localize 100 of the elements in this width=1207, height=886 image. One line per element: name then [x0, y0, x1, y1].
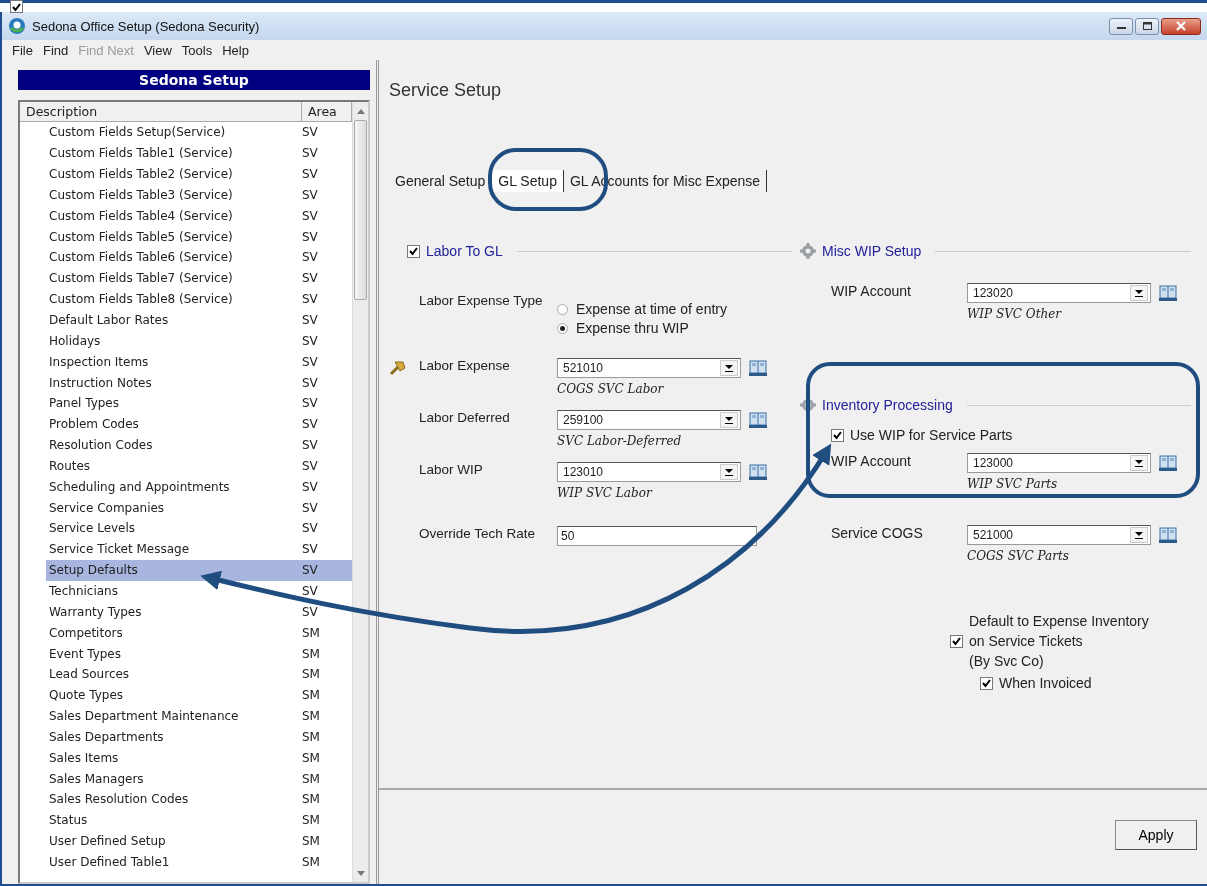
field-label: Labor Deferred: [419, 410, 511, 427]
list-row[interactable]: Sales Items SM: [46, 747, 352, 769]
list-row[interactable]: User Defined Setup SM: [46, 830, 352, 852]
row-area: SM: [302, 771, 352, 786]
column-header[interactable]: Description: [20, 102, 302, 121]
book-icon[interactable]: [749, 463, 767, 481]
row-area: SM: [302, 709, 352, 724]
list-row[interactable]: Service Levels SV: [46, 518, 352, 539]
list-row[interactable]: Service Companies SV: [46, 497, 352, 519]
minimize-button[interactable]: [1109, 17, 1133, 35]
list-row[interactable]: Sales Resolution Codes SM: [46, 789, 352, 810]
account-description: SVC Labor-Deferred: [557, 433, 683, 448]
menu-item[interactable]: File: [12, 42, 33, 58]
checkbox[interactable]: [980, 676, 993, 690]
account-dropdown[interactable]: 521000: [967, 525, 1151, 545]
list-row[interactable]: Inspection Items SV: [46, 351, 352, 373]
scroll-thumb[interactable]: [354, 120, 367, 300]
row-description: Problem Codes: [49, 417, 140, 432]
radio-button[interactable]: [557, 303, 568, 315]
list-row[interactable]: Status SM: [46, 809, 352, 831]
tab[interactable]: GL Setup: [492, 170, 564, 192]
account-dropdown[interactable]: 123000: [967, 453, 1151, 473]
book-icon[interactable]: [749, 359, 767, 377]
account-dropdown[interactable]: 123020: [967, 283, 1151, 303]
scrollbar[interactable]: [352, 102, 368, 882]
gear-icon: [800, 243, 816, 259]
list-row[interactable]: Panel Types SV: [46, 392, 352, 414]
list-row[interactable]: Custom Fields Table5 (Service) SV: [46, 226, 352, 248]
list-row[interactable]: Sales Departments SM: [46, 726, 352, 748]
field-label: Override Tech Rate: [419, 526, 537, 543]
list-row[interactable]: Setup Defaults SV: [46, 559, 352, 581]
account-dropdown[interactable]: 521010: [557, 358, 741, 378]
list-row[interactable]: Instruction Notes SV: [46, 372, 352, 393]
checkbox[interactable]: [407, 244, 420, 258]
book-icon[interactable]: [1159, 284, 1177, 302]
row-area: SV: [302, 146, 352, 161]
radio-button[interactable]: [557, 322, 568, 334]
book-icon[interactable]: [1159, 526, 1177, 544]
check-icon: [11, 1, 22, 12]
list-row[interactable]: Sales Department Maintenance SM: [46, 705, 352, 727]
row-description: Quote Types: [49, 688, 125, 703]
row-description: Default Labor Rates: [49, 313, 170, 327]
list-row[interactable]: Custom Fields Table3 (Service) SV: [46, 184, 352, 206]
list-row[interactable]: Custom Fields Table4 (Service) SV: [46, 205, 352, 227]
section-title: Inventory Processing: [822, 397, 953, 413]
text-field[interactable]: 50: [557, 526, 757, 546]
account-description: WIP SVC Labor: [557, 485, 654, 500]
menu-item[interactable]: Tools: [181, 42, 213, 58]
row-area: SV: [302, 125, 352, 140]
list-row[interactable]: Quote Types SM: [46, 684, 352, 706]
checkbox-label: Default to Expense Inventory on Service Tickets (By Svc Co): [969, 612, 1149, 671]
dropdown-arrow-icon: [725, 416, 733, 424]
book-icon[interactable]: [749, 411, 767, 429]
list-row[interactable]: Default Labor Rates SV: [46, 309, 352, 331]
list-row[interactable]: Holidays SV: [46, 330, 352, 352]
row-area: SV: [302, 500, 352, 515]
row-area: SV: [302, 229, 352, 244]
row-description: Custom Fields Table4 (Service): [49, 208, 234, 223]
list-row[interactable]: Custom Fields Table1 (Service) SV: [46, 142, 352, 164]
row-description: Custom Fields Table7 (Service): [49, 271, 234, 286]
row-description: Service Companies: [49, 500, 166, 515]
checkbox[interactable]: [10, 0, 23, 13]
list-row[interactable]: Competitors SM: [46, 622, 352, 644]
list-row[interactable]: Custom Fields Table6 (Service) SV: [46, 247, 352, 268]
window-title: Sedona Office Setup (Sedona Security): [32, 18, 260, 34]
checkbox-label: When Invoiced: [999, 675, 1092, 691]
row-description: Routes: [49, 458, 92, 473]
account-dropdown[interactable]: 259100: [557, 410, 741, 430]
list-row[interactable]: Problem Codes SV: [46, 413, 352, 435]
list-row[interactable]: User Defined Table1 SM: [46, 851, 352, 873]
checkbox[interactable]: [831, 428, 844, 442]
list-row[interactable]: Custom Fields Table7 (Service) SV: [46, 267, 352, 289]
list-row[interactable]: Service Ticket Message SV: [46, 538, 352, 560]
close-button[interactable]: [1161, 17, 1201, 35]
list-row[interactable]: Custom Fields Table2 (Service) SV: [46, 163, 352, 185]
apply-button[interactable]: Apply: [1115, 820, 1197, 850]
menu-item[interactable]: Help: [222, 42, 249, 58]
list-row[interactable]: Custom Fields Table8 (Service) SV: [46, 288, 352, 310]
radio-label: Expense at time of entry: [576, 301, 727, 317]
list-row[interactable]: Resolution Codes SV: [46, 434, 352, 456]
row-description: Resolution Codes: [49, 438, 154, 453]
row-description: Sales Department Maintenance: [49, 709, 240, 724]
checkbox[interactable]: [950, 634, 963, 648]
list-row[interactable]: Warranty Types SV: [46, 601, 352, 623]
list-row[interactable]: Scheduling and Appointments SV: [46, 476, 352, 498]
list-row[interactable]: Lead Sources SM: [46, 663, 352, 685]
row-description: User Defined Table1: [49, 854, 171, 869]
list-row[interactable]: Routes SV: [46, 455, 352, 477]
row-description: Sales Items: [49, 750, 120, 765]
account-dropdown[interactable]: 123010: [557, 462, 741, 482]
menu-item[interactable]: View: [143, 42, 172, 58]
list-row[interactable]: Custom Fields Setup(Service) SV: [46, 122, 352, 143]
checkbox-label: Labor To GL: [426, 243, 503, 259]
dropdown-arrow-icon: [725, 468, 733, 476]
menu-item[interactable]: Find: [42, 42, 69, 58]
book-icon[interactable]: [1159, 454, 1177, 472]
list-row[interactable]: Sales Managers SM: [46, 768, 352, 789]
list-row[interactable]: Event Types SM: [46, 643, 352, 664]
list-row[interactable]: Technicians SV: [46, 580, 352, 602]
maximize-button[interactable]: [1135, 17, 1159, 35]
